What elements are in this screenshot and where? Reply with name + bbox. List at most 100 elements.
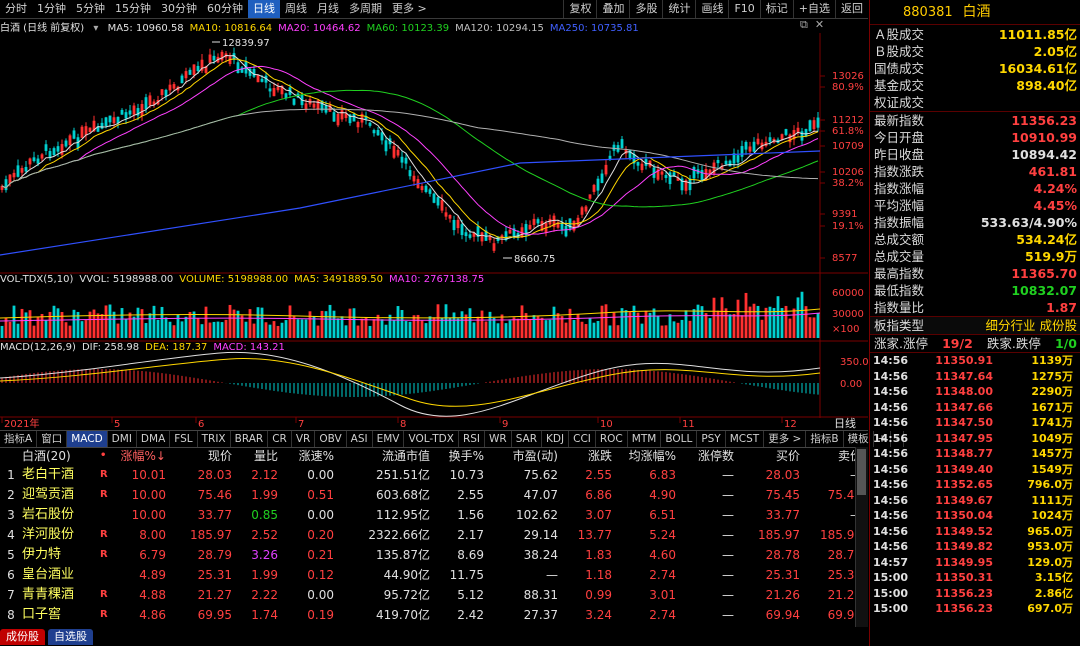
- cell-idx: 8: [7, 608, 15, 622]
- column-header[interactable]: 白酒(20): [0, 447, 100, 465]
- period-tab[interactable]: 60分钟: [202, 0, 248, 18]
- price-axis-label: 19.1%: [832, 221, 864, 232]
- period-tab[interactable]: 分时: [0, 0, 32, 18]
- table-row[interactable]: 3 岩石股份 10.00 33.77 0.85 0.00 112.95亿 1.56 102.62…: [0, 505, 868, 525]
- candle-body: [20, 168, 24, 173]
- bottom-tab[interactable]: 自选股: [48, 629, 93, 645]
- column-header[interactable]: 市盈(动): [484, 447, 558, 465]
- period-tab[interactable]: 多周期: [344, 0, 387, 18]
- column-header[interactable]: 涨停数: [676, 447, 734, 465]
- volume-bar: [228, 304, 232, 338]
- indicator-tab[interactable]: ROC: [596, 431, 628, 447]
- toolbar-button[interactable]: F10: [728, 0, 759, 18]
- bottom-tab[interactable]: 成份股: [0, 629, 45, 645]
- column-header[interactable]: 卖价: [800, 447, 862, 465]
- indicator-tab[interactable]: FSL: [170, 431, 198, 447]
- period-tab[interactable]: 15分钟: [110, 0, 156, 18]
- indicator-tab[interactable]: MACD: [67, 431, 108, 447]
- restore-icon[interactable]: ⧉: [800, 18, 808, 31]
- quote-label: 指数涨跌: [874, 164, 925, 179]
- indicator-tab[interactable]: 更多 >: [764, 431, 807, 447]
- scrollbar-thumb[interactable]: [857, 449, 866, 495]
- column-header[interactable]: 现价: [166, 447, 232, 465]
- toolbar-button[interactable]: 画线: [695, 0, 728, 18]
- indicator-tab[interactable]: SAR: [512, 431, 543, 447]
- indicator-tab-right[interactable]: 指标B: [806, 431, 844, 447]
- indicator-tab[interactable]: TRIX: [198, 431, 231, 447]
- cell-idx: 7: [7, 588, 15, 602]
- candle-body: [492, 243, 496, 251]
- column-header[interactable]: 涨速%: [278, 447, 334, 465]
- tick-time: 14:56: [873, 478, 909, 491]
- quote-row: Ａ股成交 11011.85亿: [870, 26, 1080, 43]
- table-row[interactable]: 1 老白干酒 R 10.01 28.03 2.12 0.00 251.51亿 10.73 75.6…: [0, 465, 868, 485]
- period-tab[interactable]: 周线: [280, 0, 312, 18]
- cell-chg: 4.88: [139, 588, 166, 602]
- indicator-tab[interactable]: OBV: [315, 431, 347, 447]
- toolbar-button[interactable]: 返回: [835, 0, 868, 18]
- kline-chart[interactable]: 1302680.9%1121261.8%107091020638.2%93911…: [0, 33, 868, 430]
- table-scrollbar[interactable]: [855, 447, 868, 627]
- indicator-tab[interactable]: 指标A: [0, 431, 38, 447]
- indicator-tab[interactable]: WR: [485, 431, 512, 447]
- indicator-tab[interactable]: MTM: [628, 431, 662, 447]
- column-header[interactable]: 流通市值: [334, 447, 430, 465]
- cell-sell: 21.27: [827, 588, 862, 602]
- quote-value: 16034.61亿: [998, 61, 1077, 76]
- period-tab[interactable]: 5分钟: [71, 0, 110, 18]
- tick-price: 11347.64: [935, 369, 993, 383]
- volume-bar: [620, 308, 624, 338]
- cell-flag: R: [100, 549, 108, 560]
- indicator-tab[interactable]: VR: [292, 431, 316, 447]
- indicator-tab[interactable]: VOL-TDX: [404, 431, 459, 447]
- toolbar-button[interactable]: 多股: [629, 0, 662, 18]
- table-row[interactable]: 6 皇台酒业 4.89 25.31 1.99 0.12 44.90亿 11.75 — 1.18 2.…: [0, 565, 868, 585]
- period-tab[interactable]: 更多 >: [387, 0, 432, 18]
- indicator-tab[interactable]: MCST: [726, 431, 765, 447]
- toolbar-button[interactable]: 复权: [563, 0, 596, 18]
- toolbar-button[interactable]: 叠加: [596, 0, 629, 18]
- toolbar-button[interactable]: 统计: [662, 0, 695, 18]
- indicator-tab[interactable]: BRAR: [231, 431, 269, 447]
- indicator-tab[interactable]: 窗口: [37, 431, 68, 447]
- indicator-tab[interactable]: DMI: [108, 431, 137, 447]
- indicator-tab[interactable]: KDJ: [542, 431, 570, 447]
- table-row[interactable]: 7 青青稞酒 R 4.88 21.27 2.22 0.00 95.72亿 5.12 88.31 0.…: [0, 585, 868, 605]
- table-row[interactable]: 8 口子窖 R 4.86 69.95 1.74 0.19 419.70亿 2.42 27.37 3.…: [0, 605, 868, 625]
- toolbar-button[interactable]: 标记: [759, 0, 793, 18]
- candle-body: [800, 131, 804, 141]
- indicator-tab[interactable]: BOLL: [661, 431, 698, 447]
- indicator-tab[interactable]: ASI: [347, 431, 373, 447]
- table-row[interactable]: 2 迎驾贡酒 R 10.00 75.46 1.99 0.51 603.68亿 2.55 47.07…: [0, 485, 868, 505]
- period-tab[interactable]: 1分钟: [32, 0, 71, 18]
- quote-value: 519.9万: [1024, 249, 1077, 264]
- volume-bar: [300, 319, 304, 338]
- table-row[interactable]: 5 伊力特 R 6.79 28.79 3.26 0.21 135.87亿 8.69 38.24 1.…: [0, 545, 868, 565]
- indicator-tab[interactable]: RSI: [459, 431, 485, 447]
- period-tab[interactable]: 日线: [248, 0, 280, 18]
- period-tab[interactable]: 30分钟: [156, 0, 202, 18]
- column-header[interactable]: 量比: [232, 447, 278, 465]
- column-header[interactable]: 涨幅%↓: [114, 447, 166, 465]
- close-icon[interactable]: ✕: [815, 18, 824, 31]
- indicator-tab[interactable]: DMA: [137, 431, 171, 447]
- indicator-tab[interactable]: CCI: [569, 431, 596, 447]
- tick-volume: 1741万: [1031, 416, 1073, 429]
- column-header[interactable]: 买价: [734, 447, 800, 465]
- column-header[interactable]: 均涨幅%: [612, 447, 676, 465]
- candle-body: [100, 122, 104, 129]
- toolbar-button[interactable]: +自选: [792, 0, 835, 18]
- volume-bar: [612, 312, 616, 338]
- indicator-tab[interactable]: EMV: [373, 431, 405, 447]
- volume-bar: [468, 308, 472, 338]
- period-tab[interactable]: 月线: [312, 0, 344, 18]
- x-axis-label: 7: [298, 419, 304, 430]
- indicator-tab[interactable]: CR: [268, 431, 292, 447]
- indicator-tab[interactable]: PSY: [697, 431, 726, 447]
- column-header[interactable]: 换手%: [430, 447, 484, 465]
- volume-bar: [128, 312, 132, 338]
- table-row[interactable]: 4 洋河股份 R 8.00 185.97 2.52 0.20 2322.66亿 2.17 29.1…: [0, 525, 868, 545]
- column-header[interactable]: •: [100, 447, 114, 465]
- candle-body: [780, 134, 784, 140]
- column-header[interactable]: 涨跌: [558, 447, 612, 465]
